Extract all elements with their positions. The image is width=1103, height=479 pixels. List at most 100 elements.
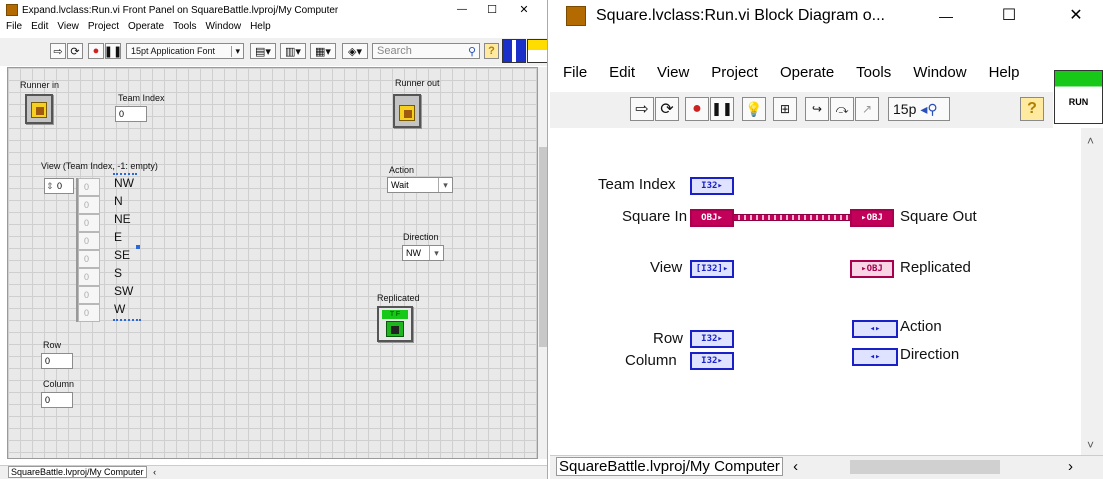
close-button[interactable]: ✕ <box>512 0 536 20</box>
runner-out-indicator[interactable] <box>393 94 421 128</box>
array-index-stepper[interactable]: ⇕ 0 <box>44 178 74 194</box>
help-icon[interactable]: ? <box>1020 97 1044 121</box>
menu-edit[interactable]: Edit <box>609 64 635 88</box>
step-into-icon[interactable]: ↪ <box>805 97 829 121</box>
front-panel-titlebar[interactable]: Expand.lvclass:Run.vi Front Panel on Squ… <box>0 0 547 20</box>
scroll-left-icon[interactable]: ‹ <box>793 458 798 475</box>
menu-edit[interactable]: Edit <box>31 21 48 37</box>
row-label: Row <box>43 340 62 350</box>
menu-operate[interactable]: Operate <box>128 21 164 37</box>
tf-badge: T F <box>382 310 408 319</box>
array-cell[interactable]: 0 <box>78 304 100 322</box>
chevron-down-icon: ▾ <box>429 246 443 260</box>
column-terminal[interactable]: I32 ▸ <box>690 352 734 370</box>
font-dropdown[interactable]: 15p ◂⚲ <box>888 97 950 121</box>
pause-icon[interactable]: ❚❚ <box>710 97 734 121</box>
menu-view[interactable]: View <box>57 21 79 37</box>
row-terminal[interactable]: I32 ▸ <box>690 330 734 348</box>
scroll-thumb[interactable] <box>539 147 547 347</box>
view-terminal-label: View <box>650 259 683 276</box>
scroll-up-icon[interactable]: ˄ <box>1087 134 1094 148</box>
array-cell[interactable]: 0 <box>78 286 100 304</box>
block-diagram-titlebar[interactable]: Square.lvclass:Run.vi Block Diagram o...… <box>550 0 1103 32</box>
dir-label: NW <box>114 176 134 190</box>
row-field[interactable]: 0 <box>41 353 73 369</box>
retain-wire-values-icon[interactable]: ⊞ <box>773 97 797 121</box>
menu-window[interactable]: Window <box>913 64 966 88</box>
selection-handle-top <box>113 173 137 176</box>
replicated-indicator[interactable]: T F <box>377 306 413 342</box>
pause-icon[interactable]: ❚❚ <box>104 43 122 59</box>
scroll-thumb[interactable] <box>850 460 1000 474</box>
direction-enum[interactable]: NW ▾ <box>402 245 444 261</box>
menu-window[interactable]: Window <box>205 21 241 37</box>
selection-handle-bottom <box>113 319 141 322</box>
direction-terminal-label: Direction <box>900 346 960 363</box>
team-index-terminal[interactable]: I32 ▸ <box>690 177 734 195</box>
scroll-left-icon[interactable]: ‹ <box>153 467 156 477</box>
search-icon: ◂⚲ <box>920 100 938 117</box>
menu-view[interactable]: View <box>657 64 689 88</box>
menu-project[interactable]: Project <box>88 21 119 37</box>
minimize-button[interactable]: — <box>932 0 960 32</box>
step-over-icon[interactable]: ⤼ <box>830 97 854 121</box>
block-diagram-vscroll[interactable]: ˄ ˅ <box>1081 128 1103 458</box>
maximize-button[interactable]: ☐ <box>995 0 1023 32</box>
maximize-button[interactable]: ☐ <box>480 0 504 20</box>
class-wire[interactable] <box>734 214 850 221</box>
square-out-terminal[interactable]: ▸ OBJ <box>850 209 894 227</box>
step-out-icon[interactable]: ↗ <box>855 97 879 121</box>
team-index-field[interactable]: 0 <box>115 106 147 122</box>
menu-file[interactable]: File <box>563 64 587 88</box>
align-icon[interactable]: ▤▾ <box>250 43 276 59</box>
menu-project[interactable]: Project <box>711 64 758 88</box>
square-in-terminal[interactable]: OBJ ▸ <box>690 209 734 227</box>
menu-tools[interactable]: Tools <box>173 21 196 37</box>
menu-help[interactable]: Help <box>989 64 1020 88</box>
distribute-icon[interactable]: ▥▾ <box>280 43 306 59</box>
run-continuously-icon[interactable]: ⟳ <box>655 97 679 121</box>
action-enum[interactable]: Wait ▾ <box>387 177 453 193</box>
row-terminal-label: Row <box>653 330 684 347</box>
minimize-button[interactable]: — <box>450 0 474 20</box>
action-label: Action <box>389 165 415 175</box>
array-cell[interactable]: 0 <box>78 232 100 250</box>
array-cell[interactable]: 0 <box>78 250 100 268</box>
square-in-terminal-label: Square In <box>622 208 688 225</box>
replicated-terminal[interactable]: ▸ OBJ <box>850 260 894 278</box>
menu-help[interactable]: Help <box>250 21 271 37</box>
menu-file[interactable]: File <box>6 21 22 37</box>
font-dropdown[interactable]: 15pt Application Font ▾ <box>126 43 244 59</box>
scroll-down-icon[interactable]: ˅ <box>1087 438 1094 452</box>
scroll-right-icon[interactable]: › <box>1068 456 1073 478</box>
reorder-icon[interactable]: ◈▾ <box>342 43 368 59</box>
abort-icon[interactable]: ● <box>88 43 104 59</box>
close-button[interactable]: ✕ <box>1062 0 1090 32</box>
block-diagram-canvas[interactable]: Team Index I32 ▸ Square In OBJ ▸ ▸ OBJ Squa… <box>550 128 1081 454</box>
array-cell[interactable]: 0 <box>78 268 100 286</box>
menu-operate[interactable]: Operate <box>780 64 834 88</box>
front-panel-vscroll[interactable] <box>538 67 547 459</box>
front-panel-canvas[interactable]: Runner in Team Index 0 View (Team Index,… <box>7 67 538 459</box>
array-cell[interactable]: 0 <box>78 196 100 214</box>
view-terminal[interactable]: [I32]▸ <box>690 260 734 278</box>
action-terminal[interactable]: ◂▸ <box>852 320 898 338</box>
array-cell[interactable]: 0 <box>78 178 100 196</box>
menu-tools[interactable]: Tools <box>856 64 891 88</box>
run-arrow-icon[interactable]: ⇨ <box>630 97 654 121</box>
search-input[interactable]: Search ⚲ <box>372 43 480 59</box>
runner-in-control[interactable] <box>25 94 53 124</box>
block-diagram-toolbar: ⇨ ⟳ ● ❚❚ 💡 ⊞ ↪ ⤼ ↗ 15p ◂⚲ ? <box>550 92 1053 128</box>
resize-icon[interactable]: ▦▾ <box>310 43 336 59</box>
highlight-execution-icon[interactable]: 💡 <box>742 97 766 121</box>
front-panel-window: Expand.lvclass:Run.vi Front Panel on Squ… <box>0 0 548 479</box>
run-arrow-icon[interactable]: ⇨ <box>50 43 66 59</box>
column-field[interactable]: 0 <box>41 392 73 408</box>
direction-terminal[interactable]: ◂▸ <box>852 348 898 366</box>
array-cell[interactable]: 0 <box>78 214 100 232</box>
chevron-down-icon: ▾ <box>438 178 452 192</box>
run-continuously-icon[interactable]: ⟳ <box>67 43 83 59</box>
help-icon[interactable]: ? <box>484 43 499 59</box>
abort-icon[interactable]: ● <box>685 97 709 121</box>
replicated-terminal-label: Replicated <box>900 259 971 276</box>
